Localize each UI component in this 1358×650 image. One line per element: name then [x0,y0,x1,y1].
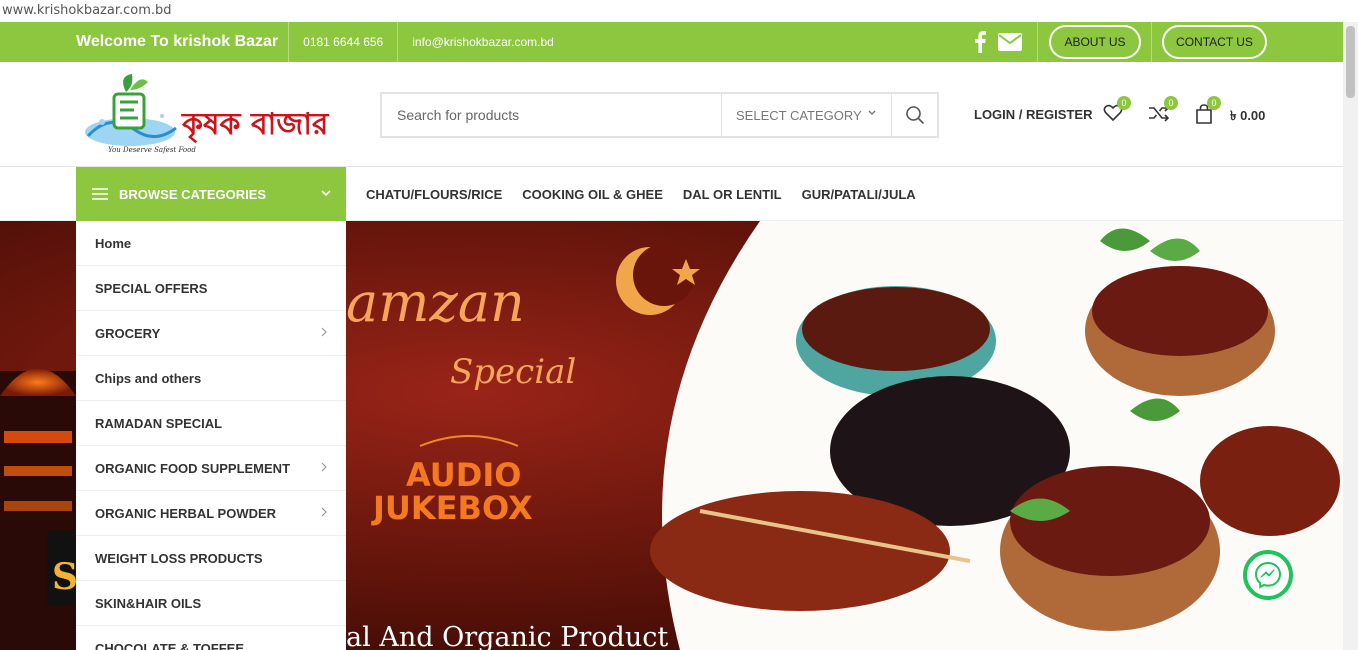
scrollbar-thumb[interactable] [1346,26,1355,98]
login-register-link[interactable]: LOGIN / REGISTER [974,107,1092,122]
nav-links: CHATU/FLOURS/RICE COOKING OIL & GHEE DAL… [366,167,916,221]
menu-item-label: CHOCOLATE & TOFFEE [95,640,245,650]
about-us-button[interactable]: ABOUT US [1049,25,1141,59]
messenger-icon [1254,561,1282,589]
wishlist-count-badge: 0 [1117,96,1131,110]
menu-item-chocolate-toffee[interactable]: CHOCOLATE & TOFFEE [76,626,346,650]
top-bar: Welcome To krishok Bazar 0181 6644 656 i… [0,22,1343,62]
hamburger-icon [92,188,108,200]
chevron-down-icon [321,190,331,197]
menu-item-home[interactable]: Home [76,221,346,266]
divider [1151,22,1152,62]
main-navigation: BROWSE CATEGORIES CHATU/FLOURS/RICE COOK… [0,167,1343,221]
menu-item-label: Chips and others [95,370,202,386]
facebook-icon[interactable] [972,31,988,53]
search-icon [905,106,924,125]
email-address[interactable]: info@krishokbazar.com.bd [398,22,568,62]
menu-item-label: SPECIAL OFFERS [95,280,208,296]
messenger-chat-button[interactable] [1243,550,1293,600]
divider [1037,22,1038,62]
menu-item-label: SKIN&HAIR OILS [95,595,202,611]
menu-item-weight-loss[interactable]: WEIGHT LOSS PRODUCTS [76,536,346,581]
site-logo[interactable]: কৃষক বাজার You Deserve Safest Food [80,72,352,156]
page-scrollbar[interactable] [1343,22,1358,650]
email-icon[interactable] [998,33,1022,51]
compare-button[interactable]: 0 [1148,96,1178,127]
nav-link-cooking-oil[interactable]: COOKING OIL & GHEE [522,187,663,202]
chevron-down-icon [868,110,876,115]
menu-item-organic-food-supplement[interactable]: ORGANIC FOOD SUPPLEMENT [76,446,346,491]
categories-menu: Home SPECIAL OFFERS GROCERY Chips and ot… [76,221,346,650]
nav-link-dal[interactable]: DAL OR LENTIL [683,187,782,202]
browser-url: www.krishokbazar.com.bd [0,0,1358,22]
chevron-right-icon [321,507,327,517]
menu-item-ramadan-special[interactable]: RAMADAN SPECIAL [76,401,346,446]
hero-bottom-text: al And Organic Product [346,622,668,650]
category-select[interactable]: SELECT CATEGORY [721,94,891,136]
compare-count-badge: 0 [1164,96,1178,110]
nav-link-gur[interactable]: GUR/PATALI/JULA [802,187,916,202]
social-links [972,22,1022,62]
browse-categories-button[interactable]: BROWSE CATEGORIES [76,167,346,221]
hero-title: amzan [346,271,525,334]
menu-item-special-offers[interactable]: SPECIAL OFFERS [76,266,346,311]
menu-item-grocery[interactable]: GROCERY [76,311,346,356]
contact-us-button[interactable]: CONTACT US [1162,25,1267,59]
menu-item-organic-herbal-powder[interactable]: ORGANIC HERBAL POWDER [76,491,346,536]
browse-categories-label: BROWSE CATEGORIES [119,186,267,202]
menu-item-chips[interactable]: Chips and others [76,356,346,401]
menu-item-label: WEIGHT LOSS PRODUCTS [95,550,263,566]
menu-item-label: GROCERY [95,325,161,341]
menu-item-label: ORGANIC FOOD SUPPLEMENT [95,460,291,476]
menu-item-skin-hair-oils[interactable]: SKIN&HAIR OILS [76,581,346,626]
wishlist-button[interactable]: 0 [1103,96,1131,127]
mosque-silhouette: S [0,368,78,650]
phone-number[interactable]: 0181 6644 656 [289,22,399,62]
chevron-right-icon [321,462,327,472]
svg-text:S: S [52,556,78,598]
hero-subtitle: Special [450,352,576,392]
search-form: Search for products SELECT CATEGORY [380,92,939,138]
menu-item-label: ORGANIC HERBAL POWDER [95,505,277,521]
search-input[interactable]: Search for products [382,107,721,123]
welcome-text: Welcome To krishok Bazar [76,22,290,62]
logo-text: কৃষক বাজার [181,107,330,144]
site-header: কৃষক বাজার You Deserve Safest Food Searc… [0,62,1343,167]
category-select-label: SELECT CATEGORY [736,107,862,123]
menu-item-label: Home [95,235,132,251]
logo-tagline: You Deserve Safest Food [108,146,196,154]
menu-item-label: RAMADAN SPECIAL [95,415,223,431]
cart-count-badge: 0 [1207,96,1221,110]
jukebox-text: JUKEBOX [371,489,533,527]
chevron-right-icon [321,327,327,337]
cart-button[interactable]: 0 [1195,96,1221,129]
cart-total[interactable]: ৳ 0.00 [1230,107,1265,128]
nav-link-chatu[interactable]: CHATU/FLOURS/RICE [366,187,502,202]
search-button[interactable] [891,94,937,136]
